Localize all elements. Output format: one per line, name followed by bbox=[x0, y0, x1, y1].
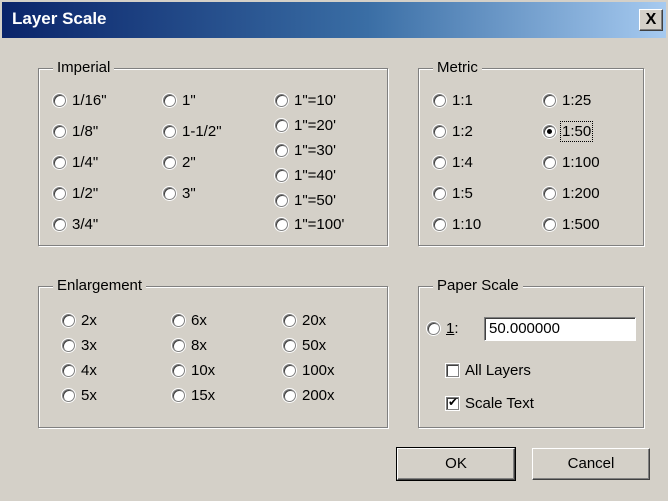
radio-imperial-1in-10ft[interactable]: 1"=10' bbox=[275, 92, 336, 109]
radio-imperial-1in[interactable]: 1" bbox=[163, 92, 196, 109]
radio-circle[interactable] bbox=[283, 314, 296, 327]
radio-metric-1-500[interactable]: 1:500 bbox=[543, 216, 600, 233]
radio-circle[interactable] bbox=[283, 339, 296, 352]
radio-metric-1-10[interactable]: 1:10 bbox=[433, 216, 481, 233]
radio-imperial-2in[interactable]: 2" bbox=[163, 154, 196, 171]
radio-metric-1-25[interactable]: 1:25 bbox=[543, 92, 591, 109]
ok-button[interactable]: OK bbox=[396, 447, 516, 481]
radio-enlarge-6x[interactable]: 6x bbox=[172, 312, 207, 329]
radio-circle[interactable] bbox=[433, 125, 446, 138]
radio-circle[interactable] bbox=[275, 194, 288, 207]
radio-circle[interactable] bbox=[433, 94, 446, 107]
radio-circle[interactable] bbox=[275, 169, 288, 182]
radio-circle[interactable] bbox=[53, 218, 66, 231]
radio-imperial-1in-30ft[interactable]: 1"=30' bbox=[275, 142, 336, 159]
radio-circle[interactable] bbox=[62, 314, 75, 327]
radio-circle[interactable] bbox=[543, 218, 556, 231]
radio-enlarge-8x[interactable]: 8x bbox=[172, 337, 207, 354]
radio-enlarge-3x[interactable]: 3x bbox=[62, 337, 97, 354]
metric-legend: Metric bbox=[433, 59, 482, 77]
radio-circle[interactable] bbox=[172, 314, 185, 327]
radio-circle[interactable] bbox=[53, 187, 66, 200]
radio-circle[interactable] bbox=[163, 187, 176, 200]
radio-metric-1-4[interactable]: 1:4 bbox=[433, 154, 473, 171]
radio-imperial-1-1-2[interactable]: 1-1/2" bbox=[163, 123, 222, 140]
radio-circle[interactable] bbox=[283, 389, 296, 402]
window-title: Layer Scale bbox=[12, 9, 107, 28]
radio-circle[interactable] bbox=[283, 364, 296, 377]
scale-text-label: Scale Text bbox=[465, 395, 534, 412]
radio-enlarge-50x[interactable]: 50x bbox=[283, 337, 326, 354]
radio-enlarge-2x[interactable]: 2x bbox=[62, 312, 97, 329]
radio-metric-1-100[interactable]: 1:100 bbox=[543, 154, 600, 171]
scale-text-checkbox[interactable]: Scale Text bbox=[446, 395, 534, 412]
enlargement-legend: Enlargement bbox=[53, 277, 147, 295]
radio-circle[interactable] bbox=[275, 119, 288, 132]
radio-circle[interactable] bbox=[163, 94, 176, 107]
radio-metric-1-2[interactable]: 1:2 bbox=[433, 123, 473, 140]
radio-circle[interactable] bbox=[172, 389, 185, 402]
radio-circle[interactable] bbox=[275, 94, 288, 107]
paper-scale-radio-label: 1 bbox=[446, 320, 455, 337]
radio-circle[interactable] bbox=[543, 156, 556, 169]
radio-metric-1-5[interactable]: 1:5 bbox=[433, 185, 473, 202]
radio-imperial-3-4[interactable]: 3/4" bbox=[53, 216, 98, 233]
radio-circle[interactable] bbox=[62, 389, 75, 402]
checkbox-box-checked[interactable] bbox=[446, 395, 459, 410]
radio-enlarge-15x[interactable]: 15x bbox=[172, 387, 215, 404]
radio-circle[interactable] bbox=[53, 94, 66, 107]
radio-circle[interactable] bbox=[433, 187, 446, 200]
radio-metric-1-200[interactable]: 1:200 bbox=[543, 185, 600, 202]
radio-imperial-1-2[interactable]: 1/2" bbox=[53, 185, 98, 202]
radio-circle[interactable] bbox=[53, 125, 66, 138]
radio-imperial-3in[interactable]: 3" bbox=[163, 185, 196, 202]
title-bar: Layer Scale X bbox=[2, 2, 666, 38]
radio-metric-1-50[interactable]: 1:50 bbox=[543, 121, 594, 142]
radio-enlarge-10x[interactable]: 10x bbox=[172, 362, 215, 379]
checkbox-box[interactable] bbox=[446, 364, 459, 377]
radio-circle[interactable] bbox=[543, 94, 556, 107]
radio-imperial-1-16[interactable]: 1/16" bbox=[53, 92, 107, 109]
radio-circle[interactable] bbox=[163, 156, 176, 169]
radio-circle[interactable] bbox=[62, 364, 75, 377]
radio-enlarge-4x[interactable]: 4x bbox=[62, 362, 97, 379]
all-layers-checkbox[interactable]: All Layers bbox=[446, 362, 531, 379]
radio-circle[interactable] bbox=[62, 339, 75, 352]
radio-enlarge-200x[interactable]: 200x bbox=[283, 387, 335, 404]
radio-circle[interactable] bbox=[433, 156, 446, 169]
radio-circle[interactable] bbox=[275, 218, 288, 231]
radio-paper-scale[interactable]: 1 : bbox=[427, 320, 459, 337]
radio-circle-selected[interactable] bbox=[543, 125, 556, 138]
radio-circle[interactable] bbox=[275, 144, 288, 157]
radio-enlarge-100x[interactable]: 100x bbox=[283, 362, 335, 379]
close-button[interactable]: X bbox=[639, 9, 663, 31]
radio-enlarge-20x[interactable]: 20x bbox=[283, 312, 326, 329]
radio-circle[interactable] bbox=[53, 156, 66, 169]
paper-scale-legend: Paper Scale bbox=[433, 277, 523, 295]
radio-circle[interactable] bbox=[543, 187, 556, 200]
radio-enlarge-5x[interactable]: 5x bbox=[62, 387, 97, 404]
radio-imperial-1-8[interactable]: 1/8" bbox=[53, 123, 98, 140]
radio-circle[interactable] bbox=[172, 364, 185, 377]
radio-imperial-1in-100ft[interactable]: 1"=100' bbox=[275, 216, 344, 233]
all-layers-label: All Layers bbox=[465, 362, 531, 379]
layer-scale-dialog: Layer Scale X Imperial 1/16" 1/8" 1/4" 1… bbox=[0, 0, 668, 501]
radio-circle[interactable] bbox=[433, 218, 446, 231]
radio-metric-1-1[interactable]: 1:1 bbox=[433, 92, 473, 109]
radio-imperial-1in-50ft[interactable]: 1"=50' bbox=[275, 192, 336, 209]
paper-scale-value-input[interactable]: 50.000000 bbox=[484, 317, 636, 341]
radio-circle[interactable] bbox=[163, 125, 176, 138]
cancel-button[interactable]: Cancel bbox=[532, 448, 650, 480]
imperial-legend: Imperial bbox=[53, 59, 115, 77]
radio-imperial-1in-40ft[interactable]: 1"=40' bbox=[275, 167, 336, 184]
paper-scale-colon: : bbox=[454, 320, 459, 337]
radio-imperial-1in-20ft[interactable]: 1"=20' bbox=[275, 117, 336, 134]
radio-circle[interactable] bbox=[172, 339, 185, 352]
enlargement-group: Enlargement bbox=[38, 277, 388, 428]
radio-imperial-1-4[interactable]: 1/4" bbox=[53, 154, 98, 171]
radio-circle[interactable] bbox=[427, 322, 440, 335]
